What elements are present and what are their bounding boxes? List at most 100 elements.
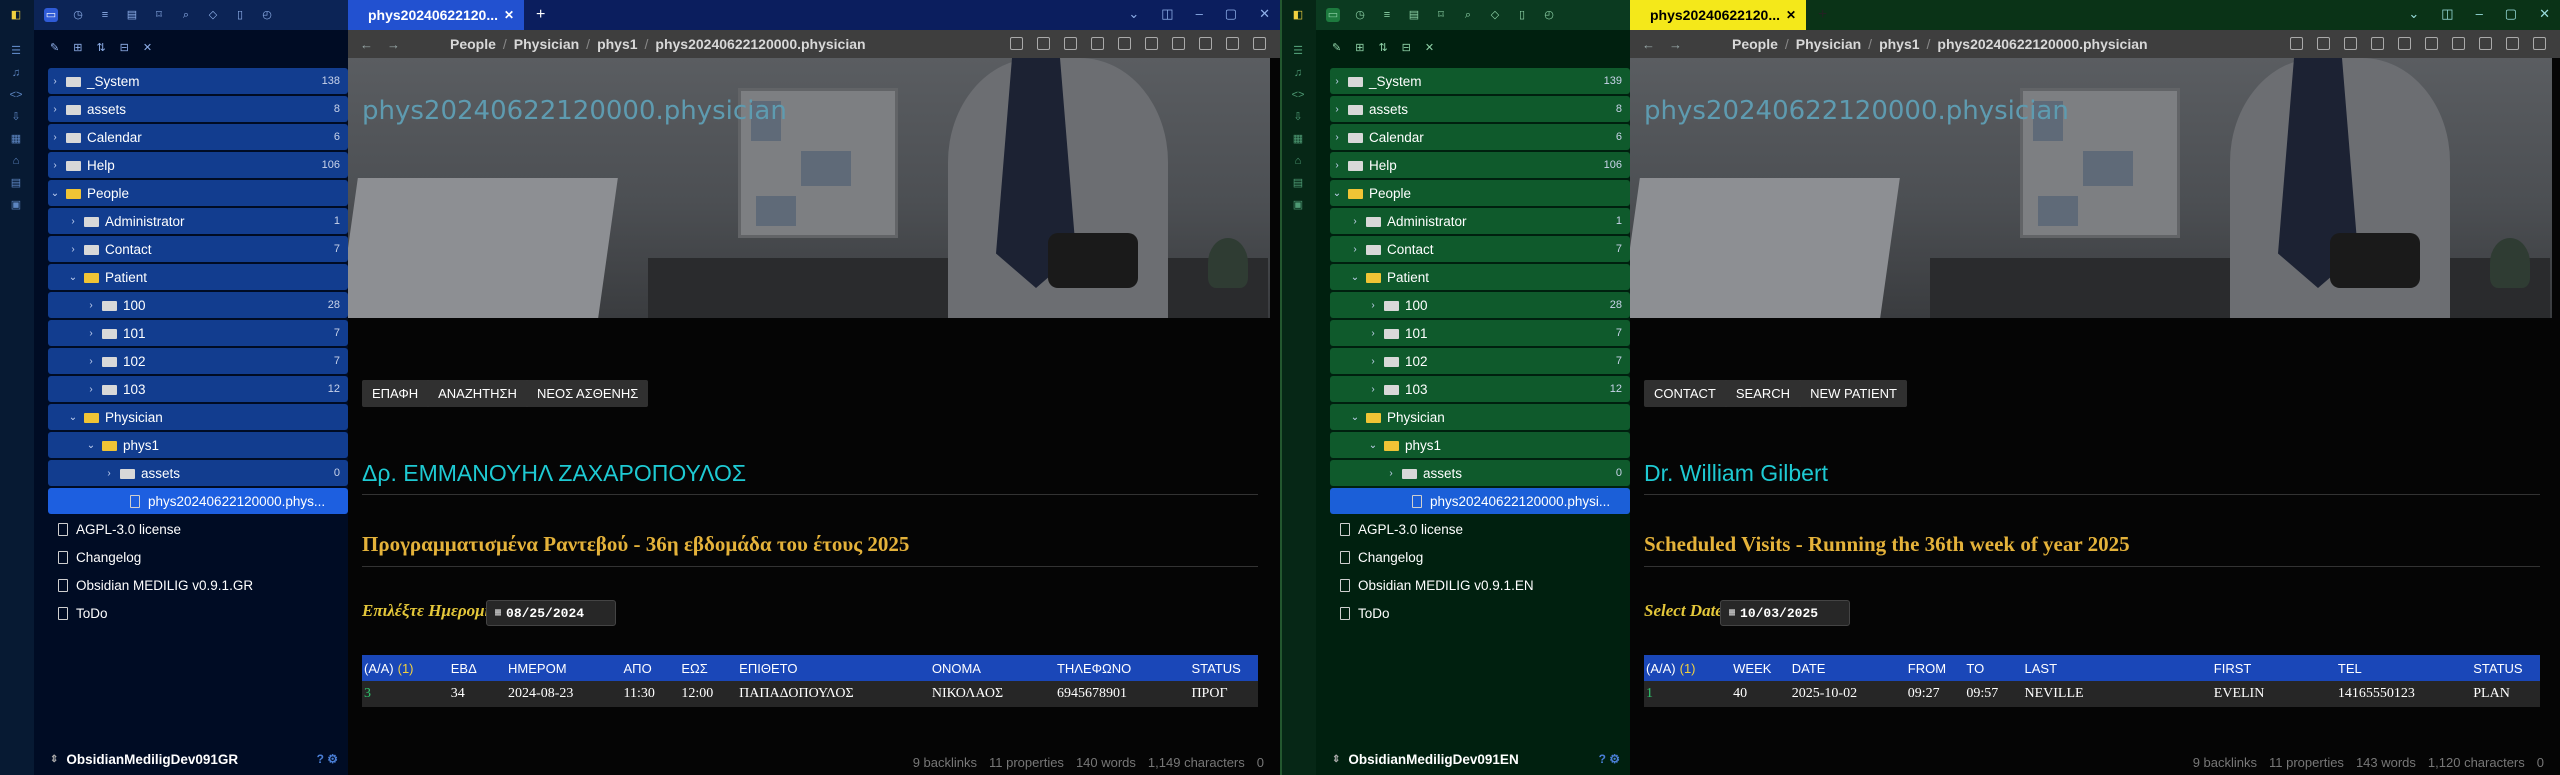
book-icon[interactable]: [2479, 37, 2492, 50]
close-icon[interactable]: ✕: [1786, 8, 1796, 22]
column-header[interactable]: FIRST: [2211, 655, 2336, 681]
chevron-right-icon[interactable]: ›: [1366, 328, 1380, 339]
tag-icon[interactable]: ◇: [1488, 8, 1502, 22]
chevron-right-icon[interactable]: ›: [84, 384, 98, 395]
file-icon[interactable]: [2344, 37, 2357, 50]
breadcrumb-item[interactable]: Physician: [514, 36, 579, 52]
chevron-right-icon[interactable]: ›: [1348, 244, 1362, 255]
maximize-icon[interactable]: ▢: [1225, 6, 1237, 22]
chevron-right-icon[interactable]: ›: [1348, 216, 1362, 227]
edit-icon[interactable]: [1226, 37, 1239, 50]
action-button[interactable]: SEARCH: [1725, 380, 1801, 407]
column-header[interactable]: ΕΒΔ: [448, 655, 507, 681]
column-header[interactable]: STATUS: [1189, 655, 1258, 681]
table-icon[interactable]: [1118, 37, 1131, 50]
column-header[interactable]: ΕΩΣ: [679, 655, 738, 681]
column-header[interactable]: ΗΜΕΡΟΜ: [506, 655, 622, 681]
new-folder-icon[interactable]: ⊞: [73, 41, 82, 54]
folder-item[interactable]: › 102 7: [48, 348, 348, 374]
chevron-right-icon[interactable]: ›: [66, 216, 80, 227]
file-icon[interactable]: [1064, 37, 1077, 50]
close-all-icon[interactable]: ✕: [143, 41, 152, 54]
folder-item[interactable]: › Administrator 1: [1330, 208, 1630, 234]
file-item[interactable]: Obsidian MEDILIG v0.9.1.GR: [48, 572, 348, 598]
chevron-right-icon[interactable]: ›: [1366, 300, 1380, 311]
backlinks-count[interactable]: 9 backlinks: [913, 755, 977, 770]
layout-icon[interactable]: ☰: [1290, 44, 1306, 58]
date-input[interactable]: ▦ 10/03/2025: [1720, 600, 1850, 626]
column-header[interactable]: ΕΠΙΘΕΤΟ: [737, 655, 930, 681]
file-item[interactable]: AGPL-3.0 license: [1330, 516, 1630, 542]
chevron-down-icon[interactable]: ⌄: [1348, 272, 1362, 283]
column-header[interactable]: TO: [1964, 655, 2023, 681]
close-icon[interactable]: ✕: [504, 8, 514, 22]
collapse-icon[interactable]: ⊟: [120, 41, 129, 54]
folder-item[interactable]: › Help 106: [1330, 152, 1630, 178]
collapse-icon[interactable]: ⊟: [1402, 41, 1411, 54]
table-row[interactable]: 3 34 2024-08-23 11:30 12:00 ΠΑΠΑΔΟΠΟΥΛΟΣ ΝΙΚΟΛ…: [362, 681, 1258, 707]
folder-item[interactable]: › Calendar 6: [1330, 124, 1630, 150]
properties-count[interactable]: 11 properties: [989, 755, 1064, 770]
vault-switcher[interactable]: ⇕ ObsidianMediligDev091GR ? ⚙: [34, 743, 348, 775]
logo-icon[interactable]: ◧: [8, 8, 24, 22]
folder-item[interactable]: ⌄ People: [1330, 180, 1630, 206]
column-header[interactable]: LAST: [2022, 655, 2212, 681]
list-icon[interactable]: ≡: [1380, 8, 1394, 22]
forward-icon[interactable]: →: [1669, 37, 1682, 52]
chevron-down-icon[interactable]: ⌄: [84, 440, 98, 451]
breadcrumb-item[interactable]: People: [1732, 36, 1778, 52]
folder-item[interactable]: › assets 0: [48, 460, 348, 486]
column-header[interactable]: (Α/Α) (1): [362, 655, 449, 681]
microphone-icon[interactable]: ♫: [1290, 66, 1306, 80]
folder-item[interactable]: › Help 106: [48, 152, 348, 178]
file-item[interactable]: phys20240622120000.physi...: [1330, 488, 1630, 514]
action-button[interactable]: ΑΝΑΖΗΤΗΣΗ: [428, 380, 527, 407]
file-item[interactable]: phys20240622120000.phys...: [48, 488, 348, 514]
folder-item[interactable]: ⌄ phys1: [48, 432, 348, 458]
folder-item[interactable]: › 102 7: [1330, 348, 1630, 374]
folder-item[interactable]: › Calendar 6: [48, 124, 348, 150]
copy-icon[interactable]: [2452, 37, 2465, 50]
chevron-right-icon[interactable]: ›: [1330, 76, 1344, 87]
sidebar-toggle-icon[interactable]: ◫: [1161, 6, 1173, 22]
microphone-icon[interactable]: ♫: [8, 66, 24, 80]
folder-item[interactable]: ⌄ People: [48, 180, 348, 206]
file-item[interactable]: AGPL-3.0 license: [48, 516, 348, 542]
close-window-icon[interactable]: ✕: [1259, 6, 1270, 22]
folder-icon[interactable]: ▭: [44, 8, 58, 22]
action-button[interactable]: NEW PATIENT: [1800, 380, 1907, 407]
calendar-icon[interactable]: ▦: [1290, 132, 1306, 146]
chevron-down-icon[interactable]: ⌄: [66, 412, 80, 423]
folder-icon[interactable]: ▭: [1326, 8, 1340, 22]
inbox-icon[interactable]: ▣: [8, 198, 24, 212]
chevron-down-icon[interactable]: ⌄: [48, 188, 62, 199]
folder-item[interactable]: › 100 28: [1330, 292, 1630, 318]
maximize-icon[interactable]: ▢: [2505, 6, 2517, 22]
calendar-icon[interactable]: ▦: [8, 132, 24, 146]
breadcrumb-item[interactable]: People: [450, 36, 496, 52]
logo-icon[interactable]: ◧: [1290, 8, 1306, 22]
history-icon[interactable]: ◴: [1542, 8, 1556, 22]
chevron-right-icon[interactable]: ›: [1330, 132, 1344, 143]
close-all-icon[interactable]: ✕: [1425, 41, 1434, 54]
folder-item[interactable]: › _System 138: [48, 68, 348, 94]
bug-icon[interactable]: [1145, 37, 1158, 50]
tab-note[interactable]: phys20240622120... ✕: [1630, 0, 1806, 30]
reading-view-icon[interactable]: [2290, 37, 2303, 50]
new-tab-icon[interactable]: +: [1818, 6, 1827, 24]
date-input[interactable]: ▦ 08/25/2024: [486, 600, 616, 626]
column-header[interactable]: WEEK: [1731, 655, 1790, 681]
folder-item[interactable]: ⌄ phys1: [1330, 432, 1630, 458]
inbox-icon[interactable]: ▣: [1290, 198, 1306, 212]
action-button[interactable]: ΝΕΟΣ ΑΣΘΕΝΗΣ: [526, 380, 649, 407]
file-item[interactable]: Changelog: [48, 544, 348, 570]
chevron-right-icon[interactable]: ›: [102, 468, 116, 479]
more-options-icon[interactable]: [2533, 37, 2546, 50]
chevron-right-icon[interactable]: ›: [1330, 160, 1344, 171]
minimize-icon[interactable]: –: [1196, 6, 1203, 22]
folder-item[interactable]: ⌄ Physician: [48, 404, 348, 430]
more-options-icon[interactable]: [1253, 37, 1266, 50]
new-tab-icon[interactable]: +: [536, 6, 545, 24]
chevron-right-icon[interactable]: ›: [48, 160, 62, 171]
folder-item[interactable]: ⌄ Patient: [1330, 264, 1630, 290]
